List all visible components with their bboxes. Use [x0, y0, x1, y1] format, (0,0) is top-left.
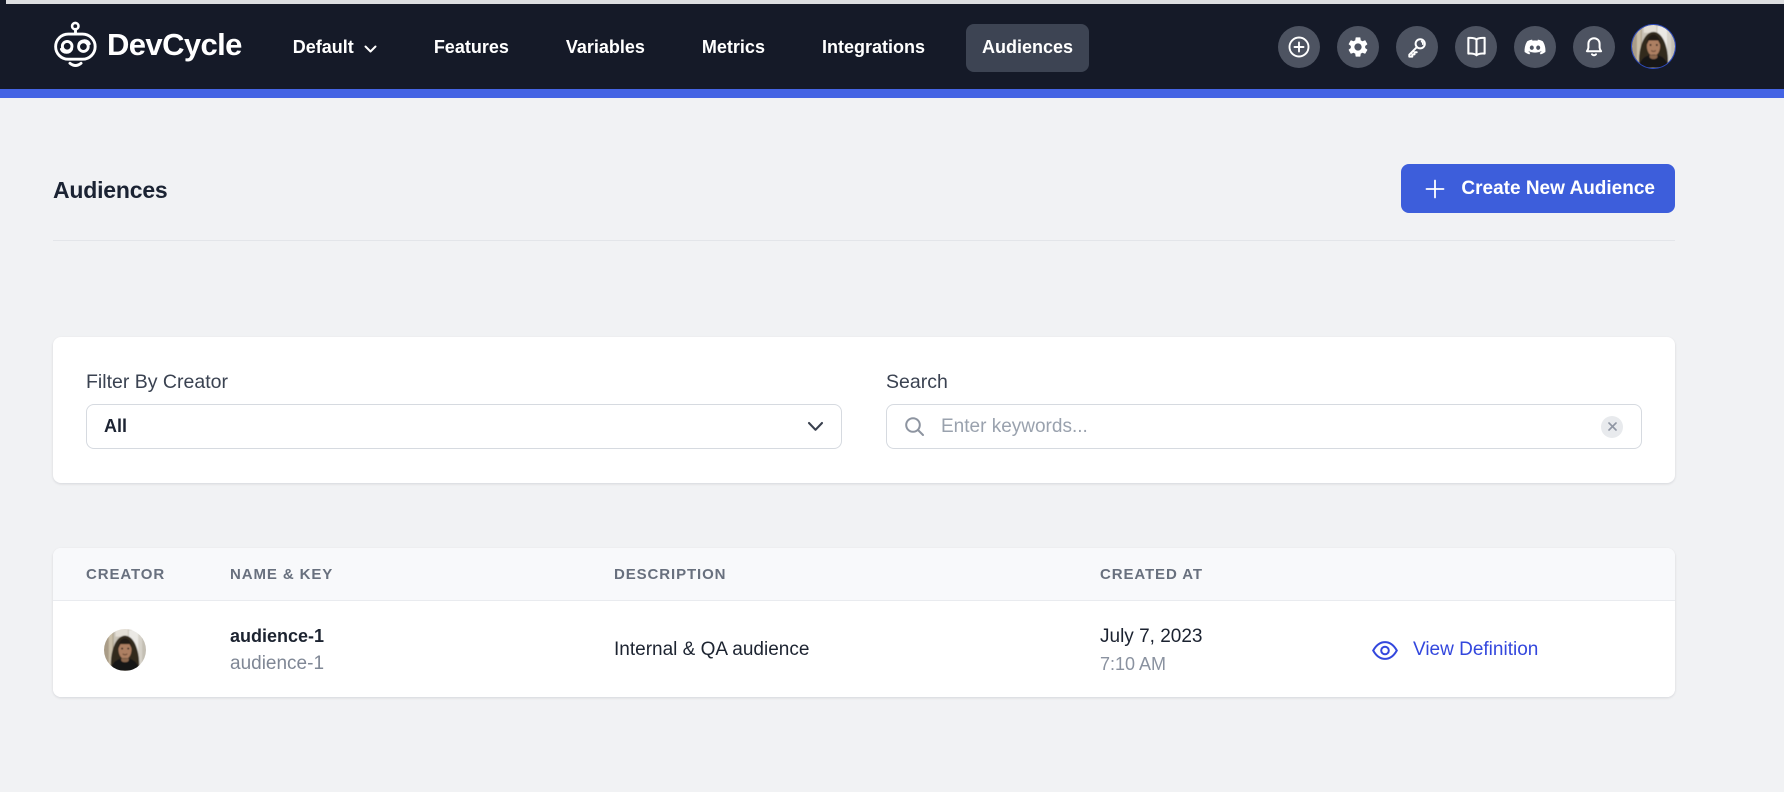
book-icon — [1464, 34, 1489, 59]
discord-button[interactable] — [1514, 26, 1556, 68]
nav-item-label: Variables — [566, 37, 645, 58]
audience-key: audience-1 — [230, 650, 614, 678]
nav-item-integrations[interactable]: Integrations — [806, 24, 941, 72]
user-avatar[interactable] — [1632, 25, 1675, 68]
brand[interactable]: DevCycle — [53, 21, 242, 68]
column-header-creator: CREATOR — [86, 566, 230, 583]
nav-item-label: Integrations — [822, 37, 925, 58]
search-filter: Search — [886, 370, 1642, 449]
window-top-strip — [6, 0, 1784, 4]
creator-filter-value: All — [104, 416, 127, 437]
plus-icon — [1425, 179, 1445, 199]
project-switcher[interactable]: Default — [277, 24, 393, 72]
nav-item-metrics[interactable]: Metrics — [686, 24, 781, 72]
api-keys-button[interactable] — [1396, 26, 1438, 68]
accent-bar — [0, 89, 1784, 98]
top-navbar: DevCycle Default Features Variables Metr… — [0, 0, 1784, 89]
page-title: Audiences — [53, 177, 168, 204]
column-header-created-at: CREATED AT — [1100, 566, 1371, 583]
nav-item-label: Metrics — [702, 37, 765, 58]
audience-name: audience-1 — [230, 622, 614, 650]
search-icon — [903, 415, 926, 438]
create-new-audience-button[interactable]: Create New Audience — [1401, 164, 1675, 213]
brand-name: DevCycle — [107, 27, 242, 63]
chevron-down-icon — [364, 45, 377, 53]
eye-icon — [1371, 638, 1399, 663]
filter-card: Filter By Creator All Search — [53, 337, 1675, 483]
view-definition-label: View Definition — [1413, 639, 1538, 661]
bell-icon — [1582, 35, 1606, 59]
discord-icon — [1522, 34, 1548, 60]
created-time: 7:10 AM — [1100, 651, 1371, 678]
creator-filter: Filter By Creator All — [86, 370, 842, 449]
name-key-cell: audience-1 audience-1 — [230, 622, 614, 678]
main-content: Audiences Create New Audience Filter By … — [53, 164, 1675, 697]
creator-cell — [86, 629, 230, 671]
created-date: July 7, 2023 — [1100, 623, 1371, 651]
topbar-actions — [1278, 25, 1675, 68]
page-header: Audiences Create New Audience — [53, 164, 1675, 213]
devcycle-logo-icon — [53, 21, 98, 68]
nav-item-features[interactable]: Features — [418, 24, 525, 72]
nav-item-label: Audiences — [982, 37, 1073, 58]
chevron-down-icon — [807, 421, 824, 432]
created-at-cell: July 7, 2023 7:10 AM — [1100, 623, 1371, 678]
search-input[interactable] — [886, 404, 1642, 449]
view-definition-link[interactable]: View Definition — [1371, 638, 1675, 663]
column-header-name-key: NAME & KEY — [230, 566, 614, 583]
creator-filter-label: Filter By Creator — [86, 370, 842, 395]
primary-nav: Default Features Variables Metrics Integ… — [277, 24, 1089, 72]
description-cell: Internal & QA audience — [614, 639, 1100, 661]
gear-icon — [1346, 35, 1370, 59]
creator-filter-select[interactable]: All — [86, 404, 842, 449]
column-header-description: DESCRIPTION — [614, 566, 1100, 583]
nav-item-label: Features — [434, 37, 509, 58]
settings-button[interactable] — [1337, 26, 1379, 68]
notifications-button[interactable] — [1573, 26, 1615, 68]
close-icon — [1608, 422, 1617, 431]
avatar-image — [1632, 25, 1675, 68]
header-divider — [53, 240, 1675, 241]
table-row: audience-1 audience-1 Internal & QA audi… — [53, 601, 1675, 697]
docs-button[interactable] — [1455, 26, 1497, 68]
nav-item-variables[interactable]: Variables — [550, 24, 661, 72]
add-new-button[interactable] — [1278, 26, 1320, 68]
clear-search-button[interactable] — [1601, 416, 1623, 438]
create-button-label: Create New Audience — [1461, 178, 1655, 200]
plus-circle-icon — [1287, 35, 1311, 59]
project-switcher-label: Default — [293, 37, 354, 58]
table-header-row: CREATOR NAME & KEY DESCRIPTION CREATED A… — [53, 548, 1675, 601]
avatar-image — [104, 629, 146, 671]
search-field — [886, 404, 1642, 449]
search-label: Search — [886, 370, 1642, 395]
audiences-table: CREATOR NAME & KEY DESCRIPTION CREATED A… — [53, 548, 1675, 697]
nav-item-audiences[interactable]: Audiences — [966, 24, 1089, 72]
key-icon — [1405, 35, 1429, 59]
creator-avatar — [104, 629, 146, 671]
